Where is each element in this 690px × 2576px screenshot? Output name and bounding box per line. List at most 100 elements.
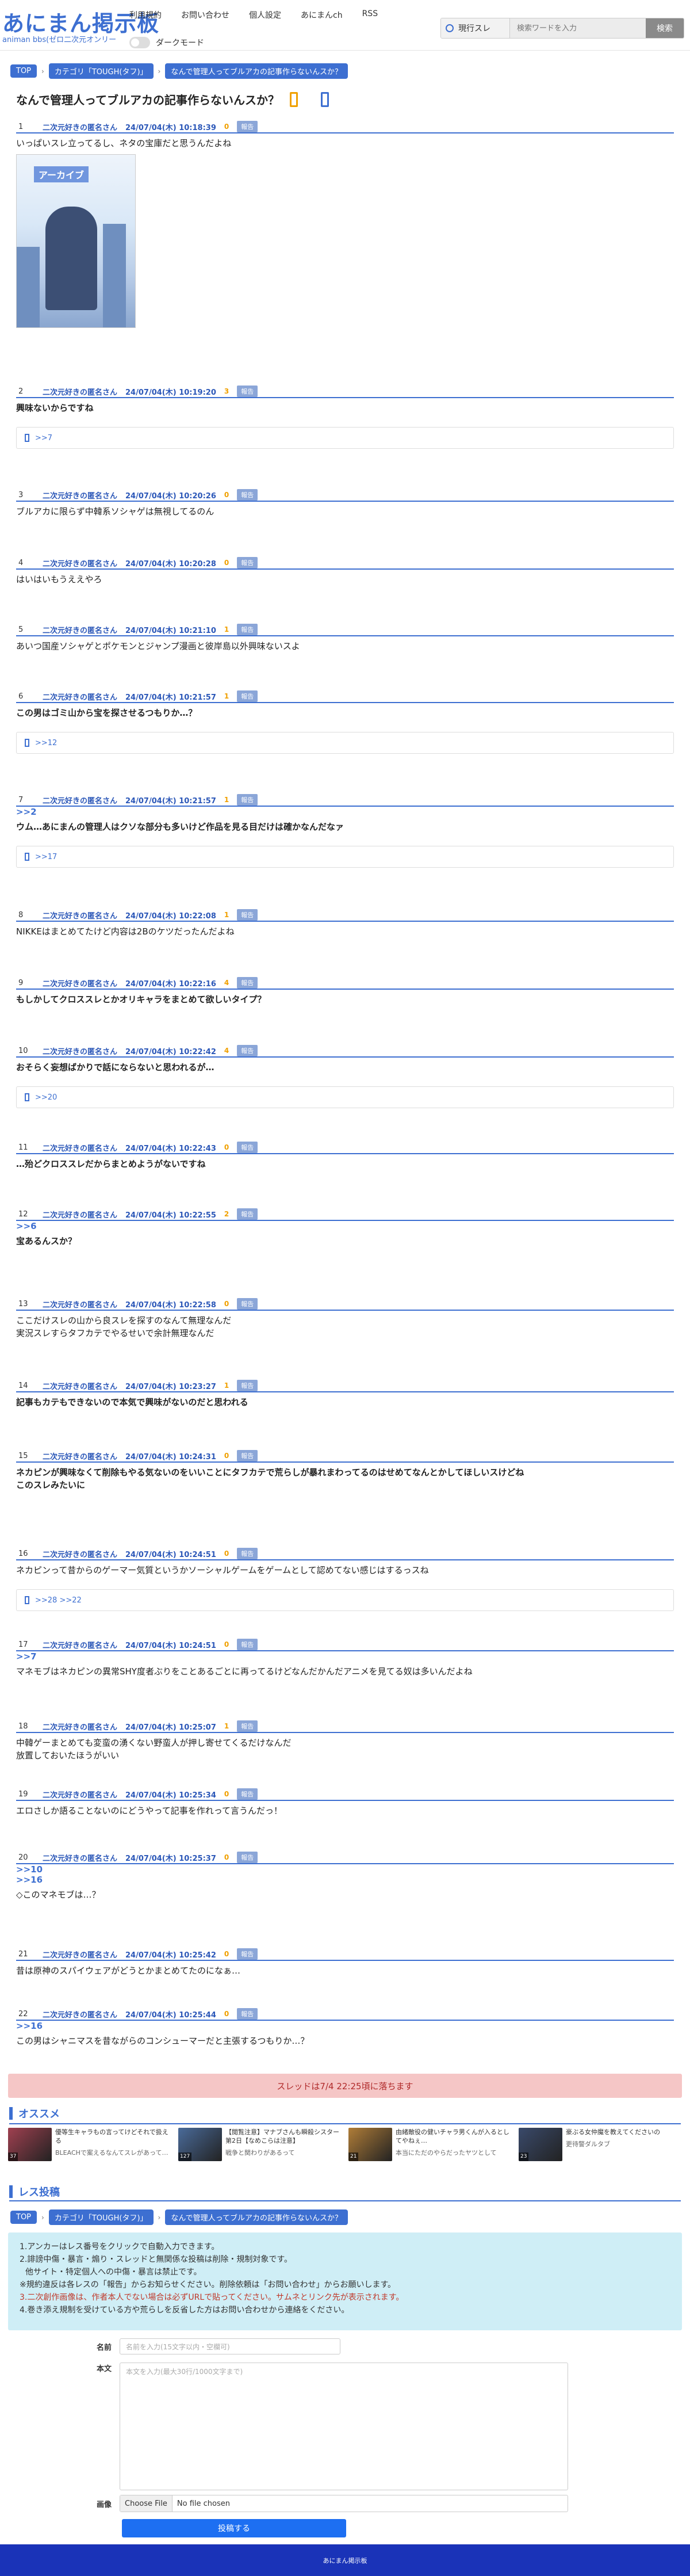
report-button[interactable]: 報告 [237,1720,258,1732]
post-number[interactable]: 1 [18,123,34,131]
reply-count[interactable]: 0 [224,1143,229,1151]
reply-anchor[interactable]: >>10 [16,1864,674,1875]
share-icon[interactable] [321,91,329,107]
post-number[interactable]: 11 [18,1143,34,1152]
recommend-item-sub[interactable]: 本当にただのやらだったヤツとして [396,2148,511,2157]
crumb-category[interactable]: カテゴリ「TOUGH(タフ)」 [48,2209,154,2225]
report-button[interactable]: 報告 [237,1208,258,1220]
search-button[interactable]: 検索 [646,18,684,38]
reply-count[interactable]: 1 [224,625,229,633]
post-number[interactable]: 6 [18,692,34,701]
reply-links[interactable]: >>7 [16,427,674,449]
report-button[interactable]: 報告 [237,1788,258,1800]
recommend-item-sub[interactable]: 戦争と関わりがあるって [225,2148,340,2157]
post-number[interactable]: 18 [18,1722,34,1731]
choose-file-button[interactable]: Choose File [120,2495,172,2512]
report-button[interactable]: 報告 [237,690,258,702]
recommend-item-title[interactable]: 優等生キャラもの言ってけどそれで扱える [55,2128,170,2145]
recommend-item-title[interactable]: 豪ぶる女仲魔を教えてくださいの [566,2128,660,2136]
report-button[interactable]: 報告 [237,386,258,397]
recommend-item-sub[interactable]: 更待警ダルタブ [566,2140,660,2148]
post-number[interactable]: 13 [18,1300,34,1308]
reply-count[interactable]: 1 [224,692,229,700]
submit-button[interactable]: 投稿する [122,2519,346,2537]
post-number[interactable]: 17 [18,1640,34,1649]
post-number[interactable]: 3 [18,491,34,499]
reply-link-text[interactable]: >>20 [35,1093,57,1102]
reply-anchor[interactable]: >>7 [16,1651,674,1662]
report-button[interactable]: 報告 [237,909,258,921]
crumb-category[interactable]: カテゴリ「TOUGH(タフ)」 [48,63,154,79]
report-button[interactable]: 報告 [237,1450,258,1461]
reply-anchor[interactable]: >>16 [16,2021,674,2031]
reply-count[interactable]: 4 [224,1047,229,1055]
post-number[interactable]: 19 [18,1790,34,1799]
reply-link-text[interactable]: >>17 [35,853,57,861]
reply-links[interactable]: >>12 [16,732,674,754]
recommend-thumbnail[interactable]: 127 [178,2128,222,2161]
post-number[interactable]: 21 [18,1950,34,1959]
reply-link-text[interactable]: >>12 [35,739,57,747]
crumb-thread[interactable]: なんで管理人ってブルアカの記事作らないんスか？ [165,63,348,79]
search-input[interactable] [510,18,646,38]
reply-count[interactable]: 1 [224,911,229,919]
recommend-item[interactable]: 127 【閲覧注意】マナブさんも瞬殺シスター第2日【なめこらは注意】戦争と関わり… [178,2128,340,2161]
report-button[interactable]: 報告 [237,794,258,806]
report-button[interactable]: 報告 [237,121,258,132]
report-button[interactable]: 報告 [237,489,258,501]
reply-link-text[interactable]: >>7 [35,434,52,442]
recommend-thumbnail[interactable]: 23 [519,2128,562,2161]
recommend-thumbnail[interactable]: 37 [8,2128,52,2161]
report-button[interactable]: 報告 [237,1948,258,1960]
post-number[interactable]: 8 [18,911,34,919]
reply-anchor[interactable]: >>2 [16,807,674,817]
report-button[interactable]: 報告 [237,557,258,568]
nav-settings[interactable]: 個人設定 [249,9,281,21]
post-number[interactable]: 2 [18,387,34,396]
report-button[interactable]: 報告 [237,1852,258,1863]
image-file-input[interactable]: Choose File No file chosen [120,2495,568,2512]
reply-count[interactable]: 0 [224,1452,229,1460]
reply-count[interactable]: 0 [224,1853,229,1861]
recommend-item[interactable]: 21 由緒敵役の健いチャラ男くんが入るとしてやねぇ… 本当にただのやらだったヤツと… [348,2128,511,2161]
reply-count[interactable]: 0 [224,1550,229,1558]
reply-count[interactable]: 0 [224,2010,229,2018]
reply-count[interactable]: 1 [224,1382,229,1390]
crumb-top[interactable]: TOP [10,64,37,78]
reply-count[interactable]: 3 [224,387,229,395]
post-number[interactable]: 16 [18,1550,34,1558]
post-number[interactable]: 10 [18,1047,34,1055]
reply-anchor[interactable]: >>6 [16,1221,674,1231]
reply-count[interactable]: 0 [224,1790,229,1798]
post-number[interactable]: 5 [18,625,34,634]
report-button[interactable]: 報告 [237,1548,258,1559]
report-button[interactable]: 報告 [237,1298,258,1310]
reply-count[interactable]: 1 [224,796,229,804]
report-button[interactable]: 報告 [237,2008,258,2020]
reply-links[interactable]: >>28 >>22 [16,1589,674,1611]
toggle-switch[interactable] [129,37,150,48]
dark-mode-toggle[interactable]: ダークモード [129,37,204,48]
report-button[interactable]: 報告 [237,977,258,989]
report-button[interactable]: 報告 [237,1380,258,1391]
report-button[interactable]: 報告 [237,1639,258,1650]
report-button[interactable]: 報告 [237,1045,258,1056]
reply-count[interactable]: 0 [224,123,229,131]
recommend-item-title[interactable]: 【閲覧注意】マナブさんも瞬殺シスター第2日【なめこらは注意】 [225,2128,340,2145]
recommend-item-sub[interactable]: BLEACHで案えるなんてスレがあって… [55,2148,170,2157]
search-scope-select[interactable]: 現行スレ [441,18,510,38]
post-number[interactable]: 9 [18,979,34,987]
name-input[interactable]: 名前を入力(15文字以内・空欄可) [120,2338,340,2354]
post-number[interactable]: 14 [18,1382,34,1390]
reply-links[interactable]: >>17 [16,846,674,868]
bookmark-icon[interactable] [290,91,298,107]
nav-terms[interactable]: 利用規約 [129,9,162,21]
reply-count[interactable]: 2 [224,1210,229,1218]
reply-count[interactable]: 0 [224,491,229,499]
crumb-top[interactable]: TOP [10,2211,37,2224]
body-textarea[interactable]: 本文を入力(最大30行/1000文字まで) [120,2363,568,2490]
reply-count[interactable]: 0 [224,1950,229,1958]
recommend-thumbnail[interactable]: 21 [348,2128,392,2161]
crumb-thread[interactable]: なんで管理人ってブルアカの記事作らないんスか？ [165,2209,348,2225]
report-button[interactable]: 報告 [237,1142,258,1153]
